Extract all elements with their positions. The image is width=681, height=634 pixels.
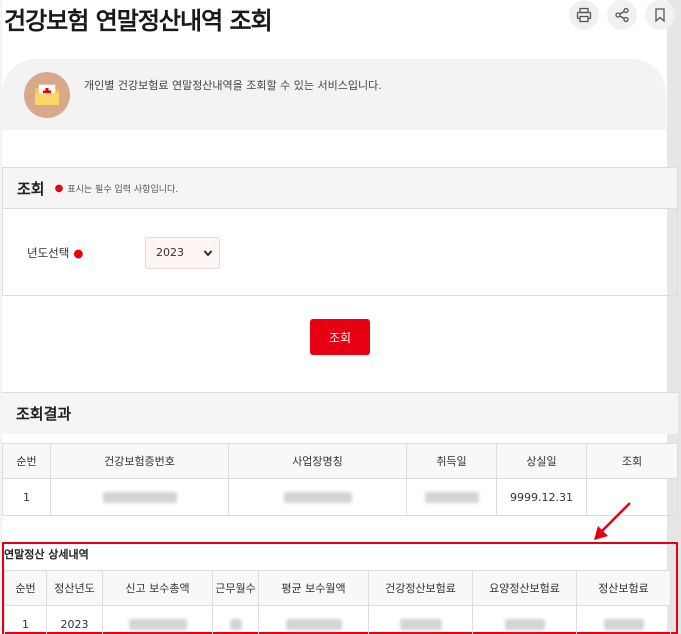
col-workplace: 사업장명칭 bbox=[228, 443, 407, 479]
result-header-row: 순번 건강보험증번호 사업장명칭 취득일 상실일 조회 bbox=[2, 443, 678, 479]
year-select-value: 2023 bbox=[156, 246, 184, 259]
col-loss-date: 상실일 bbox=[496, 443, 587, 479]
query-header: 조회 ● 표시는 필수 입력 사항입니다. bbox=[3, 168, 677, 209]
printer-icon bbox=[576, 7, 592, 23]
folder-icon bbox=[24, 71, 70, 118]
result-table: 순번 건강보험증번호 사업장명칭 취득일 상실일 조회 1 9999.12.31 bbox=[2, 443, 678, 516]
table-row[interactable]: 1 9999.12.31 bbox=[2, 478, 678, 516]
detail-row-months-redacted bbox=[212, 605, 259, 634]
intro-description: 개인별 건강보험료 연말정산내역을 조회할 수 있는 서비스입니다. bbox=[84, 78, 382, 92]
print-button[interactable] bbox=[569, 0, 599, 30]
year-label: 년도선택 ● bbox=[27, 245, 145, 261]
page-title: 건강보험 연말정산내역 조회 bbox=[4, 7, 273, 35]
result-title: 조회결과 bbox=[16, 405, 72, 423]
col-card-number: 건강보험증번호 bbox=[50, 443, 229, 479]
year-required-mark: ● bbox=[73, 245, 84, 260]
intro-box: 개인별 건강보험료 연말정산내역을 조회할 수 있는 서비스입니다. bbox=[2, 59, 666, 130]
table-row: 1 2023 bbox=[4, 605, 671, 634]
share-button[interactable] bbox=[607, 0, 637, 30]
row-no: 1 bbox=[2, 478, 51, 516]
result-header: 조회결과 bbox=[2, 392, 678, 434]
share-icon bbox=[615, 7, 629, 23]
detail-header-row: 순번 정산년도 신고 보수총액 근무월수 평균 보수월액 건강정산보험료 요양정… bbox=[4, 570, 671, 606]
bookmark-icon bbox=[655, 8, 665, 23]
detail-row-settlement-redacted bbox=[576, 605, 671, 634]
arrow-annotation-icon bbox=[594, 502, 631, 540]
detail-row-care-premium-redacted bbox=[472, 605, 577, 634]
query-title: 조회 bbox=[17, 179, 45, 198]
detail-table: 순번 정산년도 신고 보수총액 근무월수 평균 보수월액 건강정산보험료 요양정… bbox=[4, 570, 671, 634]
required-note: 표시는 필수 입력 사항입니다. bbox=[67, 184, 179, 195]
year-label-text: 년도선택 bbox=[27, 245, 70, 260]
detail-col-year: 정산년도 bbox=[46, 570, 103, 606]
search-button[interactable]: 조회 bbox=[310, 319, 370, 355]
detail-col-avg-pay: 평균 보수월액 bbox=[258, 570, 369, 606]
detail-col-settlement: 정산보험료 bbox=[576, 570, 671, 606]
top-actions bbox=[569, 0, 675, 30]
detail-row-avg-pay-redacted bbox=[258, 605, 369, 634]
col-acquired-date: 취득일 bbox=[406, 443, 497, 479]
detail-row-year: 2023 bbox=[46, 605, 103, 634]
detail-col-total-pay: 신고 보수총액 bbox=[102, 570, 213, 606]
year-row: 년도선택 ● 2023 bbox=[3, 209, 677, 296]
col-view: 조회 bbox=[586, 443, 678, 479]
year-select[interactable]: 2023 bbox=[145, 236, 220, 269]
row-workplace-redacted bbox=[228, 478, 407, 516]
row-card-number-redacted bbox=[50, 478, 229, 516]
detail-row-total-pay-redacted bbox=[102, 605, 213, 634]
detail-col-months: 근무월수 bbox=[212, 570, 259, 606]
chevron-down-icon bbox=[203, 249, 213, 256]
detail-col-health-premium: 건강정산보험료 bbox=[368, 570, 473, 606]
right-scroll-edge bbox=[667, 0, 681, 634]
row-loss-date: 9999.12.31 bbox=[496, 478, 587, 516]
detail-title: 연말정산 상세내역 bbox=[4, 548, 89, 561]
detail-row-health-premium-redacted bbox=[368, 605, 473, 634]
col-no: 순번 bbox=[2, 443, 51, 479]
row-acquired-date-redacted bbox=[406, 478, 497, 516]
required-dot: ● bbox=[54, 182, 64, 194]
detail-col-care-premium: 요양정산보험료 bbox=[472, 570, 577, 606]
query-section: 조회 ● 표시는 필수 입력 사항입니다. 년도선택 ● 2023 bbox=[2, 167, 678, 296]
bookmark-button[interactable] bbox=[645, 0, 675, 30]
detail-col-no: 순번 bbox=[4, 570, 47, 606]
detail-row-no: 1 bbox=[4, 605, 47, 634]
